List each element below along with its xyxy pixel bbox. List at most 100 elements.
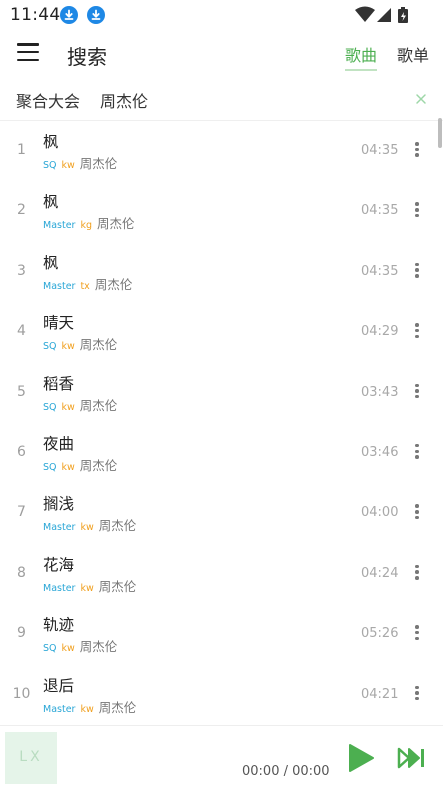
more-vert-icon[interactable]: [414, 443, 420, 460]
menu-icon[interactable]: [17, 43, 39, 63]
song-index: 9: [17, 625, 26, 642]
source-badge: kw: [80, 703, 94, 715]
tab-playlists[interactable]: 歌单: [397, 42, 429, 66]
source-badge: kw: [80, 582, 94, 594]
song-duration: 05:26: [361, 626, 399, 642]
quality-badge: Master: [43, 220, 76, 232]
song-index: 7: [17, 504, 26, 521]
search-bar: 聚合大会 周杰伦: [0, 80, 443, 121]
song-duration: 04:24: [361, 565, 399, 581]
song-name: 轨迹: [43, 616, 75, 635]
quality-badge: SQ: [43, 341, 57, 353]
more-vert-icon[interactable]: [414, 142, 420, 158]
song-index: 3: [17, 262, 26, 279]
song-row[interactable]: 9 轨迹 SQ kw 周杰伦 05:26: [0, 603, 443, 663]
song-name: 搁浅: [43, 495, 75, 514]
more-vert-icon[interactable]: [414, 202, 420, 218]
song-index: 4: [17, 323, 26, 340]
song-singer: 周杰伦: [79, 397, 118, 413]
quality-badge: Master: [43, 280, 76, 292]
scrollbar[interactable]: [438, 118, 442, 148]
song-name: 退后: [43, 676, 75, 695]
skip-next-icon[interactable]: [397, 746, 427, 770]
song-index: 10: [12, 685, 31, 702]
song-duration: 04:35: [361, 203, 399, 219]
album-cover[interactable]: LX: [5, 732, 57, 784]
download-icon: [87, 6, 105, 24]
song-row[interactable]: 6 夜曲 SQ kw 周杰伦 03:46: [0, 422, 443, 482]
song-singer: 周杰伦: [79, 457, 118, 473]
song-row[interactable]: 8 花海 Master kw 周杰伦 04:24: [0, 543, 443, 603]
song-duration: 04:35: [361, 263, 399, 279]
song-singer: 周杰伦: [79, 639, 118, 655]
song-singer: 周杰伦: [79, 337, 118, 353]
song-name: 晴天: [43, 314, 75, 333]
tab-songs[interactable]: 歌曲: [345, 42, 378, 71]
song-name: 稻香: [43, 374, 75, 393]
song-name: 枫: [43, 133, 59, 151]
more-vert-icon[interactable]: [414, 383, 420, 400]
song-meta: SQ kw 周杰伦: [43, 395, 117, 414]
song-meta: SQ kw 周杰伦: [43, 153, 117, 172]
more-vert-icon[interactable]: [414, 564, 420, 581]
song-duration: 04:00: [361, 505, 399, 521]
source-badge: kg: [80, 220, 92, 232]
more-vert-icon[interactable]: [414, 323, 420, 339]
battery-icon: [398, 7, 408, 23]
search-input[interactable]: 周杰伦: [100, 88, 148, 112]
source-badge: kw: [61, 401, 75, 413]
source-badge: kw: [61, 643, 75, 655]
song-meta: SQ kw 周杰伦: [43, 636, 117, 655]
song-row[interactable]: 3 枫 Master tx 周杰伦 04:35: [0, 241, 443, 301]
song-row[interactable]: 10 退后 Master kw 周杰伦 04:21: [0, 664, 443, 724]
song-duration: 04:29: [361, 324, 399, 340]
song-row[interactable]: 2 枫 Master kg 周杰伦 04:35: [0, 180, 443, 240]
song-name: 枫: [43, 193, 59, 212]
quality-badge: Master: [43, 703, 76, 715]
source-badge: kw: [61, 461, 75, 473]
status-icons: [355, 6, 408, 23]
song-index: 2: [17, 202, 26, 219]
source-badge: kw: [61, 341, 75, 353]
song-meta: SQ kw 周杰伦: [43, 455, 117, 474]
play-time: 00:00 / 00:00: [242, 764, 330, 779]
song-row[interactable]: 1 枫 SQ kw 周杰伦 04:35: [0, 120, 443, 180]
song-index: 1: [17, 142, 26, 158]
song-row[interactable]: 5 稻香 SQ kw 周杰伦 03:43: [0, 362, 443, 422]
song-singer: 周杰伦: [97, 216, 135, 232]
song-name: 枫: [43, 253, 59, 272]
song-singer: 周杰伦: [98, 518, 137, 534]
song-row[interactable]: 7 搁浅 Master kw 周杰伦 04:00: [0, 482, 443, 542]
more-vert-icon[interactable]: [414, 685, 420, 702]
status-bar: 11:44: [0, 0, 443, 30]
quality-badge: SQ: [43, 401, 57, 413]
song-index: 8: [17, 564, 26, 581]
more-vert-icon[interactable]: [414, 262, 420, 279]
clear-icon[interactable]: [412, 90, 430, 108]
quality-badge: SQ: [43, 160, 57, 171]
play-icon[interactable]: [347, 743, 375, 773]
song-duration: 03:46: [361, 444, 399, 460]
signal-icon: [377, 8, 391, 22]
more-vert-icon[interactable]: [414, 504, 420, 520]
song-row[interactable]: 4 晴天 SQ kw 周杰伦 04:29: [0, 301, 443, 361]
song-list: 1 枫 SQ kw 周杰伦 04:35 2 枫 Master kg 周杰伦 04:35 …: [0, 120, 443, 724]
song-singer: 周杰伦: [79, 156, 118, 171]
wifi-icon: [355, 6, 375, 22]
source-selector[interactable]: 聚合大会: [16, 88, 80, 112]
song-duration: 04:35: [361, 143, 399, 158]
source-badge: kw: [80, 522, 94, 534]
quality-badge: Master: [43, 522, 76, 534]
song-meta: Master kw 周杰伦: [43, 515, 136, 534]
quality-badge: Master: [43, 582, 76, 594]
song-meta: SQ kw 周杰伦: [43, 334, 117, 353]
song-name: 夜曲: [43, 434, 75, 453]
source-badge: kw: [61, 160, 75, 171]
cover-text: LX: [19, 749, 43, 765]
more-vert-icon[interactable]: [414, 625, 420, 641]
download-icon: [60, 6, 78, 24]
song-duration: 03:43: [361, 384, 399, 400]
song-name: 花海: [43, 555, 75, 574]
song-singer: 周杰伦: [94, 276, 133, 292]
player-bar: LX 00:00 / 00:00: [0, 725, 443, 789]
